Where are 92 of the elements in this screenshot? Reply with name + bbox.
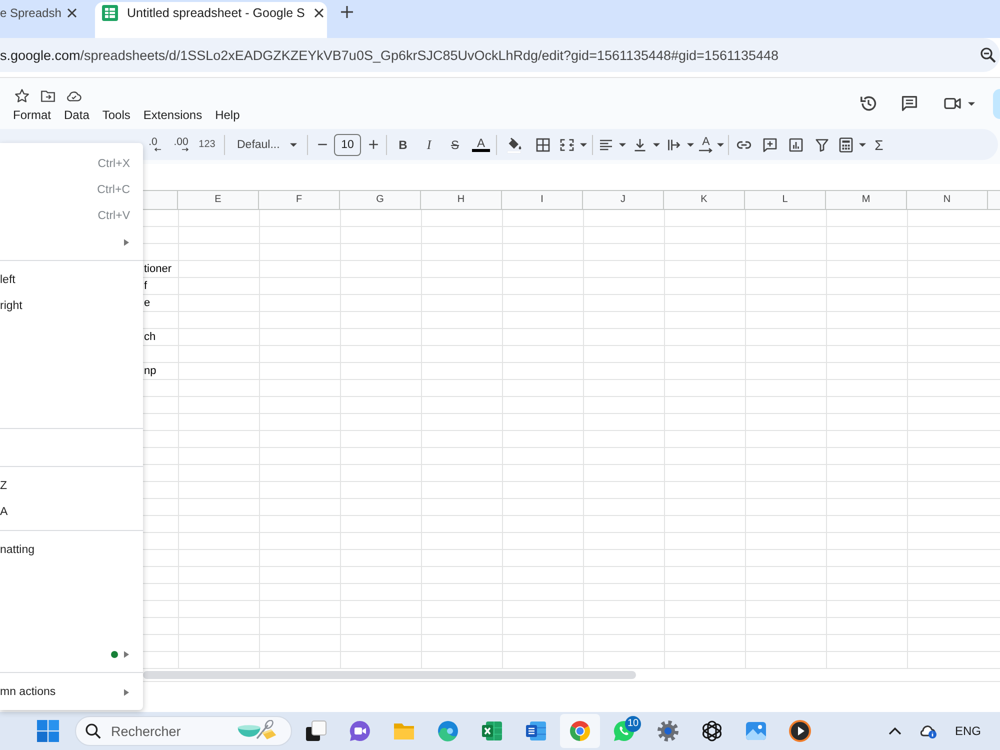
photo-icon [744, 719, 768, 743]
search-input[interactable]: Rechercher [111, 724, 223, 738]
settings-icon [656, 719, 680, 743]
menu-item[interactable]: Ctrl+V [0, 203, 143, 229]
swirl-icon [436, 719, 460, 743]
table-cell-text: ch [143, 330, 156, 345]
column-header[interactable]: E [178, 191, 259, 209]
column-header[interactable]: H [421, 191, 502, 209]
increase-decimal-button[interactable]: .00 [168, 132, 194, 158]
caret-icon [968, 102, 975, 106]
shortcut-text: Ctrl+C [97, 184, 130, 196]
address-bar[interactable]: s.google.com/spreadsheets/d/1SSLo2xEADGZKZEYkVB7u0S_Gp6krSJC85UvOckLhRdg/edit?gid=1561135448#gid=1561135448 [0, 38, 1000, 72]
search-icon [85, 723, 101, 739]
table-cell-text: tioner [143, 262, 172, 277]
column-header[interactable]: M [826, 191, 907, 209]
number-format-button[interactable]: 123 [194, 132, 220, 158]
window-stack-icon [304, 719, 328, 743]
decrease-decimal-button[interactable]: .0 [140, 132, 166, 158]
chart-icon[interactable] [787, 136, 805, 154]
menu-item[interactable]: mn actions [0, 679, 143, 705]
arrow-left-icon [154, 147, 160, 152]
table-cell-text: np [143, 364, 156, 379]
bold-button[interactable]: B [390, 132, 416, 158]
table-cell-text: e [143, 296, 150, 311]
caret-icon [687, 142, 694, 146]
menu-bar-item[interactable]: Format [13, 106, 52, 124]
close-icon[interactable] [67, 8, 77, 18]
paint-bucket-icon[interactable] [505, 136, 523, 154]
document-app-icon [524, 719, 548, 743]
menu-bar-item[interactable]: Help [215, 106, 240, 124]
menu-bar-item[interactable]: Tools [102, 106, 130, 124]
menu-item[interactable]: Z [0, 473, 143, 499]
spreadsheet-icon [102, 5, 118, 21]
cloud-info-icon[interactable] [919, 723, 937, 739]
video-chat-icon [348, 719, 372, 743]
caret-icon [619, 142, 626, 146]
column-header[interactable]: I [502, 191, 583, 209]
font-dropdown[interactable]: Defaul... [229, 132, 303, 158]
close-icon[interactable] [314, 8, 324, 18]
italic-button[interactable]: I [416, 132, 442, 158]
arrow-right-icon [699, 148, 713, 153]
text-rotation-dropdown[interactable]: A [697, 132, 727, 158]
menu-bar-item[interactable]: Extensions [143, 106, 202, 124]
caret-icon [717, 142, 724, 146]
table-cell-text: f [143, 279, 148, 294]
menu-item[interactable]: A [0, 499, 143, 525]
windows-logo-icon [37, 720, 59, 742]
column-header[interactable]: F [259, 191, 340, 209]
taskbar-button[interactable]: 10 [604, 714, 644, 748]
caret-icon [290, 142, 297, 146]
language-indicator[interactable]: ENG [955, 724, 982, 738]
search-box[interactable]: Rechercher [75, 716, 292, 746]
history-icon[interactable] [859, 94, 878, 113]
comment-icon[interactable] [900, 94, 919, 113]
caret-icon [580, 142, 587, 146]
scrollbar-thumb[interactable] [143, 671, 636, 679]
star-icon[interactable] [14, 88, 30, 104]
browser-circle-icon [568, 719, 592, 743]
plus-icon[interactable] [341, 6, 353, 18]
calculator-icon [837, 136, 855, 154]
menu-item[interactable]: Ctrl+X [0, 151, 143, 177]
column-header[interactable]: L [745, 191, 826, 209]
caret-icon [859, 142, 866, 146]
folder-icon[interactable] [40, 88, 56, 104]
borders-icon[interactable] [534, 136, 552, 154]
strikethrough-button[interactable]: S [442, 132, 468, 158]
menu-item[interactable]: left [0, 267, 143, 293]
menu-item[interactable]: right [0, 293, 143, 319]
arrow-right-icon [182, 147, 188, 152]
browser-tab[interactable]: e Spreadsh [0, 2, 88, 38]
column-header[interactable]: J [583, 191, 664, 209]
font-size-field[interactable]: 10 [334, 134, 361, 156]
menu-bar-item[interactable]: Data [64, 106, 90, 124]
color-bar-icon [472, 149, 490, 152]
notification-badge: 10 [625, 716, 641, 732]
spreadsheet-app-icon [480, 719, 504, 743]
bowl-whisk-icon [237, 720, 277, 742]
column-header[interactable]: G [340, 191, 421, 209]
menu-item[interactable]: Ctrl+C [0, 177, 143, 203]
sum-button[interactable]: Σ [866, 132, 892, 158]
knot-icon [700, 719, 724, 743]
add-comment-icon[interactable] [761, 136, 779, 154]
play-icon [788, 719, 812, 743]
caret-icon [653, 142, 660, 146]
text-color-button[interactable]: A [468, 132, 494, 158]
menu-item[interactable]: natting [0, 537, 143, 563]
browser-tab[interactable]: Untitled spreadsheet - Google S [95, 2, 327, 38]
column-header[interactable]: N [907, 191, 988, 209]
magnifier-minus-icon[interactable] [980, 47, 996, 63]
column-header[interactable]: K [664, 191, 745, 209]
shortcut-text: Ctrl+V [98, 210, 130, 222]
shortcut-text: Ctrl+X [98, 158, 130, 170]
